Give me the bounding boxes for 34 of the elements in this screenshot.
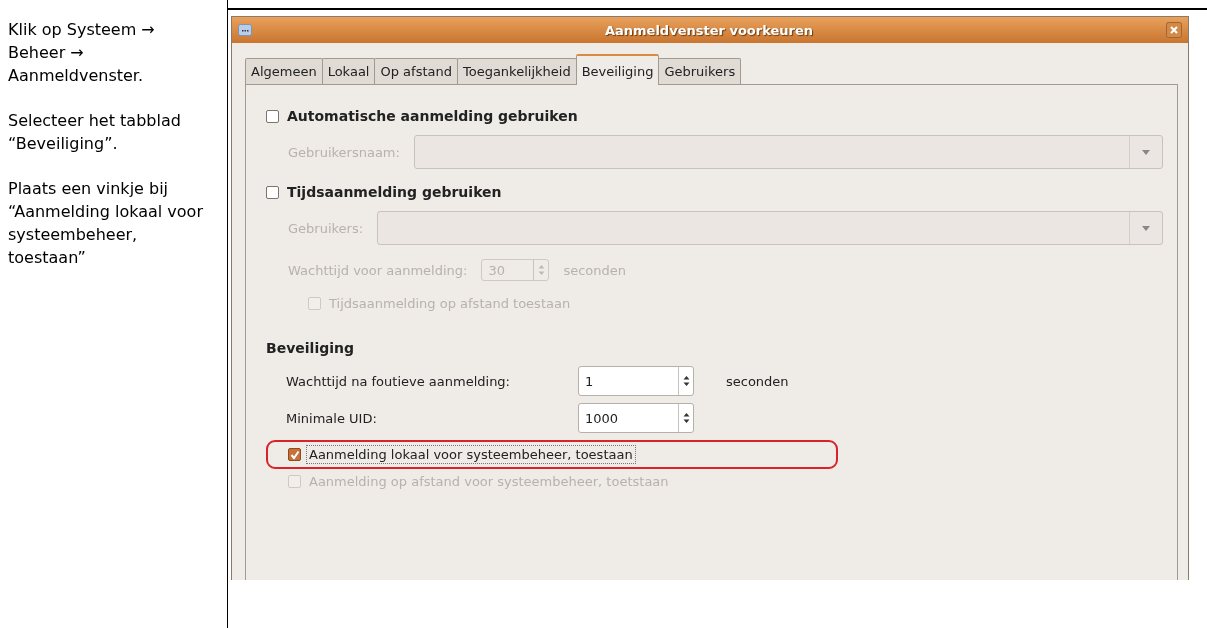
checkbox[interactable]: [266, 109, 279, 123]
field-label: Gebruikers:: [288, 220, 364, 236]
field-label: Gebruikersnaam:: [288, 144, 400, 160]
checkbox-label: Aanmelding lokaal voor systeembeheer, toestaan: [307, 446, 635, 463]
tab[interactable]: Toegankelijkheid: [456, 58, 577, 84]
tab[interactable]: Gebruikers: [658, 58, 742, 84]
instruction-text: Selecteer het tabblad “Beveiliging”.: [8, 110, 182, 155]
tab[interactable]: Algemeen: [245, 58, 323, 84]
tab[interactable]: Lokaal: [321, 58, 376, 84]
section-heading: Beveiliging: [266, 340, 355, 356]
checkbox[interactable]: [288, 448, 301, 461]
caret-icon[interactable]: [1142, 149, 1150, 155]
unit-label: seconden: [726, 373, 790, 389]
field-label: Wachttijd na foutieve aanmelding:: [286, 373, 511, 389]
caret-icon[interactable]: [1142, 225, 1150, 231]
checkbox-label: Tijdsaanmelding gebruiken: [286, 183, 503, 201]
checkbox[interactable]: [266, 185, 279, 199]
checkbox-label: Tijdsaanmelding op afstand toestaan: [328, 295, 572, 312]
spin-field[interactable]: 1: [578, 366, 694, 396]
checkbox-label: Aanmelding op afstand voor systeembeheer, toetstaan: [308, 473, 670, 490]
checkbox-label: Automatische aanmelding gebruiken: [286, 107, 579, 125]
spin-field[interactable]: 1000: [578, 403, 694, 433]
instruction-text: Plaats een vinkje bij “Aanmelding lokaal voor systeembeheer, toestaan”: [8, 178, 204, 269]
close-icon[interactable]: [1166, 22, 1182, 38]
field-label: Minimale UID:: [286, 410, 378, 426]
dropdown-field[interactable]: [377, 211, 1163, 245]
field-label: Wachttijd voor aanmelding:: [288, 262, 468, 278]
unit-label: seconden: [563, 262, 627, 278]
window-title: Aanmeldvenster voorkeuren: [603, 22, 815, 38]
dropdown-field[interactable]: [413, 135, 1163, 169]
tab[interactable]: Beveiliging: [575, 54, 660, 85]
window-menu-icon[interactable]: [238, 24, 252, 36]
tab[interactable]: Op afstand: [374, 58, 458, 84]
instruction-text: Klik op Systeem → Beheer → Aanmeldvenster.: [8, 19, 156, 87]
